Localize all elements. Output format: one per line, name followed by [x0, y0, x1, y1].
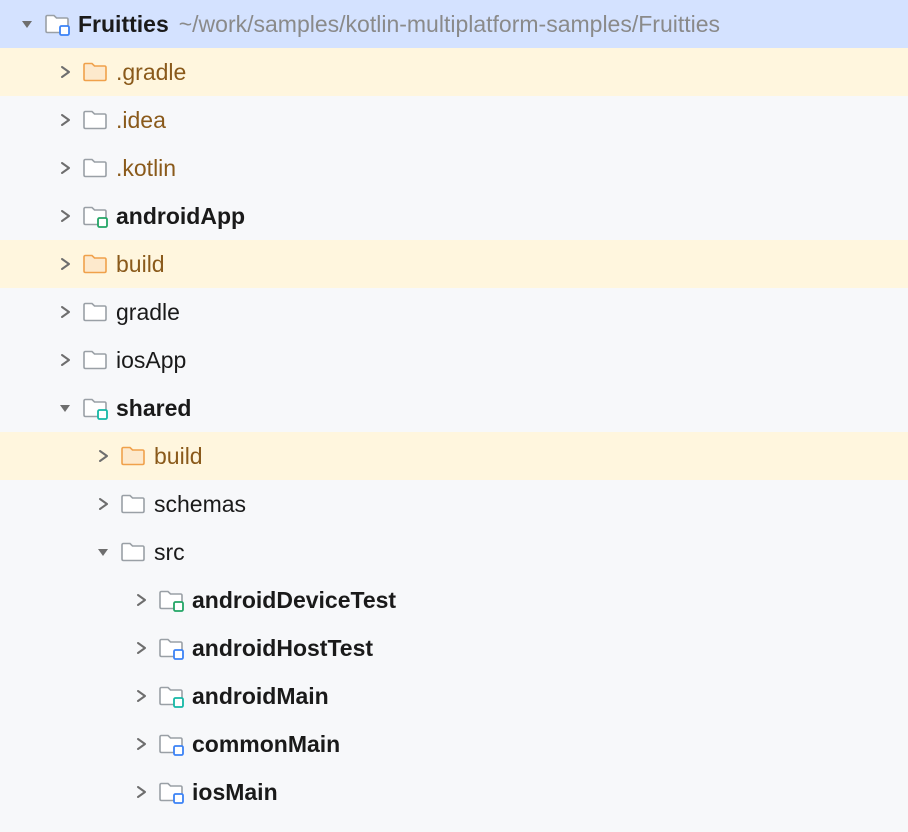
- chevron-right-icon[interactable]: [130, 685, 152, 707]
- chevron-right-icon[interactable]: [54, 253, 76, 275]
- module-green-icon: [158, 587, 184, 613]
- tree-item-label: .gradle: [116, 59, 186, 86]
- tree-row-iosApp[interactable]: iosApp: [0, 336, 908, 384]
- chevron-right-icon[interactable]: [130, 733, 152, 755]
- folder-orange-icon: [82, 59, 108, 85]
- tree-item-label: iosMain: [192, 779, 278, 806]
- chevron-down-icon[interactable]: [92, 541, 114, 563]
- tree-row-idea[interactable]: .idea: [0, 96, 908, 144]
- tree-item-label: androidDeviceTest: [192, 587, 396, 614]
- chevron-right-icon[interactable]: [54, 109, 76, 131]
- folder-gray-icon: [120, 539, 146, 565]
- module-blue-icon: [158, 635, 184, 661]
- tree-item-label: Fruitties: [78, 11, 169, 38]
- tree-row-schemas[interactable]: schemas: [0, 480, 908, 528]
- folder-gray-icon: [82, 299, 108, 325]
- module-green-icon: [82, 203, 108, 229]
- tree-item-label: commonMain: [192, 731, 340, 758]
- tree-row-src[interactable]: src: [0, 528, 908, 576]
- chevron-right-icon[interactable]: [54, 61, 76, 83]
- tree-item-label: src: [154, 539, 185, 566]
- tree-item-label: .idea: [116, 107, 166, 134]
- chevron-right-icon[interactable]: [54, 205, 76, 227]
- module-teal-icon: [82, 395, 108, 421]
- tree-item-label: iosApp: [116, 347, 186, 374]
- tree-row-iosMain[interactable]: iosMain: [0, 768, 908, 816]
- tree-item-label: androidApp: [116, 203, 245, 230]
- chevron-down-icon[interactable]: [54, 397, 76, 419]
- tree-item-label: build: [154, 443, 203, 470]
- tree-row-kotlin[interactable]: .kotlin: [0, 144, 908, 192]
- folder-orange-icon: [120, 443, 146, 469]
- tree-item-label: shared: [116, 395, 191, 422]
- tree-row-androidApp[interactable]: androidApp: [0, 192, 908, 240]
- tree-row-androidDeviceTest[interactable]: androidDeviceTest: [0, 576, 908, 624]
- module-blue-icon: [44, 11, 70, 37]
- tree-item-label: androidHostTest: [192, 635, 373, 662]
- project-path: ~/work/samples/kotlin-multiplatform-samp…: [179, 11, 720, 38]
- chevron-right-icon[interactable]: [130, 589, 152, 611]
- chevron-right-icon[interactable]: [130, 781, 152, 803]
- tree-row-build[interactable]: build: [0, 240, 908, 288]
- folder-gray-icon: [82, 107, 108, 133]
- tree-item-label: gradle: [116, 299, 180, 326]
- folder-gray-icon: [82, 347, 108, 373]
- chevron-right-icon[interactable]: [92, 493, 114, 515]
- tree-row-androidMain[interactable]: androidMain: [0, 672, 908, 720]
- tree-item-label: build: [116, 251, 165, 278]
- tree-row-gradle[interactable]: gradle: [0, 288, 908, 336]
- chevron-right-icon[interactable]: [92, 445, 114, 467]
- tree-row-commonMain[interactable]: commonMain: [0, 720, 908, 768]
- chevron-down-icon[interactable]: [16, 13, 38, 35]
- tree-row-androidHostTest[interactable]: androidHostTest: [0, 624, 908, 672]
- tree-row-gradle-dot[interactable]: .gradle: [0, 48, 908, 96]
- folder-gray-icon: [82, 155, 108, 181]
- folder-orange-icon: [82, 251, 108, 277]
- chevron-right-icon[interactable]: [54, 157, 76, 179]
- chevron-right-icon[interactable]: [54, 301, 76, 323]
- tree-item-label: androidMain: [192, 683, 329, 710]
- project-tree[interactable]: Fruitties ~/work/samples/kotlin-multiplat…: [0, 0, 908, 832]
- tree-item-label: .kotlin: [116, 155, 176, 182]
- chevron-right-icon[interactable]: [130, 637, 152, 659]
- tree-row-root[interactable]: Fruitties ~/work/samples/kotlin-multiplat…: [0, 0, 908, 48]
- chevron-right-icon[interactable]: [54, 349, 76, 371]
- tree-row-shared[interactable]: shared: [0, 384, 908, 432]
- folder-gray-icon: [120, 491, 146, 517]
- module-blue-icon: [158, 779, 184, 805]
- tree-row-shared-build[interactable]: build: [0, 432, 908, 480]
- tree-item-label: schemas: [154, 491, 246, 518]
- module-teal-icon: [158, 683, 184, 709]
- module-blue-icon: [158, 731, 184, 757]
